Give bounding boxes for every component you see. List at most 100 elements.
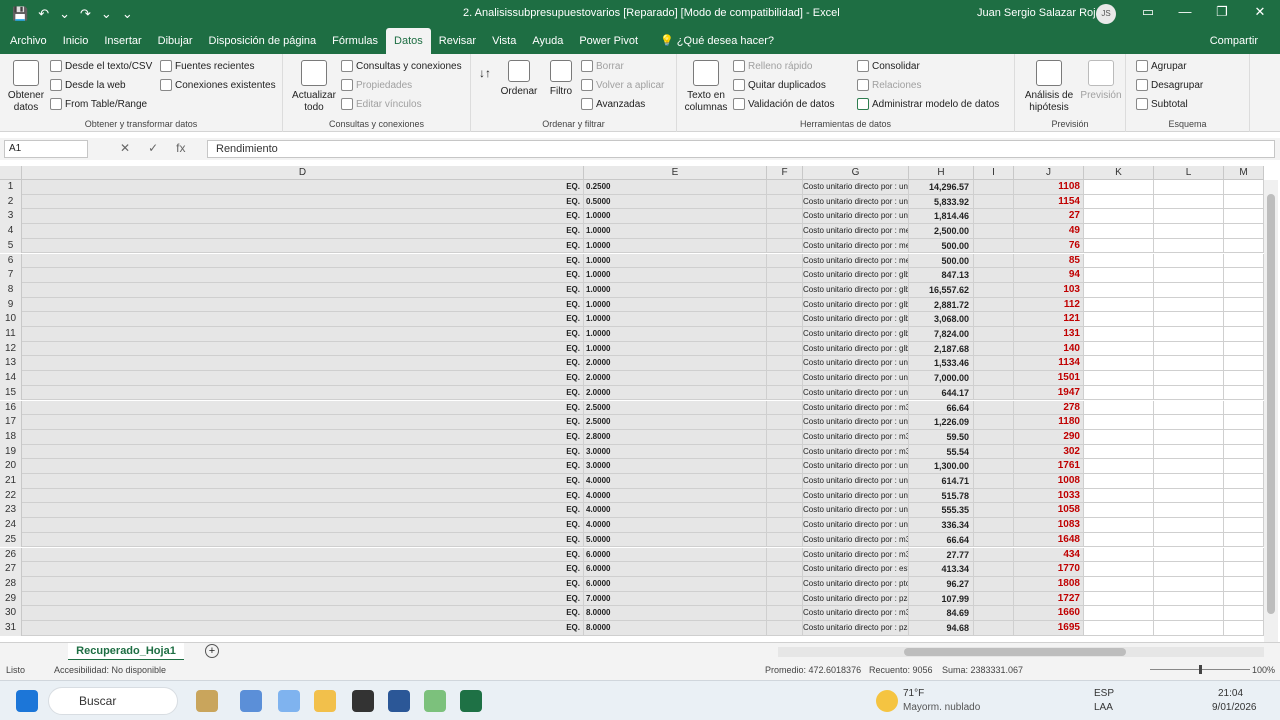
language-layout[interactable]: LAA [1094,702,1113,713]
save-icon[interactable]: 💾 [12,6,28,22]
cell-d[interactable]: EQ. [22,238,584,254]
cell-l[interactable] [1154,253,1224,269]
cell-m[interactable] [1224,268,1264,283]
cell-j[interactable]: 121 [1014,312,1084,327]
cell-l[interactable] [1154,532,1224,548]
cell-k[interactable] [1084,268,1154,283]
cell-g[interactable]: Costo unitario directo por : m3 [803,444,909,460]
cell-d[interactable]: EQ. [22,268,584,283]
cell-j[interactable]: 27 [1014,209,1084,225]
cell-e[interactable]: 2.5000 [584,415,767,430]
cell-l[interactable] [1154,488,1224,504]
add-sheet-icon[interactable]: + [205,644,219,658]
cell-k[interactable] [1084,444,1154,460]
redo-icon[interactable]: ↷ [80,6,91,22]
tab-vista[interactable]: Vista [484,28,524,54]
cell-f[interactable] [767,547,803,563]
cell-e[interactable]: 1.0000 [584,312,767,327]
cell-f[interactable] [767,282,803,298]
cell-m[interactable] [1224,224,1264,239]
cell-h[interactable]: 500.00 [909,238,974,254]
cell-j[interactable]: 112 [1014,297,1084,313]
cell-k[interactable] [1084,474,1154,489]
from-table-button[interactable]: From Table/Range [50,98,147,110]
cell-h[interactable]: 555.35 [909,503,974,519]
consultas-conexiones-button[interactable]: Consultas y conexiones [341,60,462,72]
cell-j[interactable]: 1770 [1014,562,1084,577]
cell-d[interactable]: EQ. [22,415,584,430]
cell-e[interactable]: 8.0000 [584,606,767,621]
cell-e[interactable]: 8.0000 [584,621,767,636]
prevision-button[interactable]: Previsión [1079,60,1123,102]
cell-j[interactable]: 434 [1014,547,1084,563]
cell-l[interactable] [1154,474,1224,489]
row-header[interactable]: 17 [0,415,22,430]
cell-h[interactable]: 2,881.72 [909,297,974,313]
cell-h[interactable]: 2,500.00 [909,224,974,239]
cell-k[interactable] [1084,371,1154,386]
cell-i[interactable] [974,518,1014,533]
cell-k[interactable] [1084,459,1154,474]
cell-j[interactable]: 1033 [1014,488,1084,504]
cell-e[interactable]: 3.0000 [584,444,767,460]
language-code[interactable]: ESP [1094,688,1114,699]
cell-g[interactable]: Costo unitario directo por : mes [803,224,909,239]
cell-i[interactable] [974,459,1014,474]
weather-temp[interactable]: 71°F [903,688,924,699]
cell-l[interactable] [1154,606,1224,621]
cell-g[interactable]: Costo unitario directo por : glb [803,327,909,342]
cell-j[interactable]: 1154 [1014,194,1084,210]
cell-l[interactable] [1154,356,1224,372]
clock-date[interactable]: 9/01/2026 [1212,702,1257,713]
cell-e[interactable]: 1.0000 [584,282,767,298]
cell-f[interactable] [767,385,803,401]
cell-m[interactable] [1224,474,1264,489]
cell-h[interactable]: 614.71 [909,474,974,489]
cell-h[interactable]: 1,814.46 [909,209,974,225]
cell-i[interactable] [974,224,1014,239]
taskbar-search[interactable]: Buscar [48,687,178,715]
cell-d[interactable]: EQ. [22,224,584,239]
cell-j[interactable]: 1648 [1014,532,1084,548]
insert-function-icon[interactable]: fx [176,141,185,155]
cell-l[interactable] [1154,224,1224,239]
cell-d[interactable]: EQ. [22,606,584,621]
cell-f[interactable] [767,253,803,269]
cell-h[interactable]: 14,296.57 [909,180,974,195]
cell-k[interactable] [1084,224,1154,239]
cell-j[interactable]: 1083 [1014,518,1084,533]
spreadsheet-grid[interactable]: D E F G H I J K L M 1 EQ. 0.2500 Costo unit… [0,166,1264,642]
cell-i[interactable] [974,444,1014,460]
cell-l[interactable] [1154,341,1224,357]
cell-d[interactable]: EQ. [22,341,584,357]
cell-i[interactable] [974,532,1014,548]
cell-e[interactable]: 1.0000 [584,327,767,342]
cell-i[interactable] [974,341,1014,357]
subtotal-button[interactable]: Subtotal [1136,98,1188,110]
cell-j[interactable]: 131 [1014,327,1084,342]
enter-icon[interactable]: ✓ [148,141,158,155]
cell-i[interactable] [974,474,1014,489]
cell-h[interactable]: 515.78 [909,488,974,504]
cell-i[interactable] [974,400,1014,416]
cell-k[interactable] [1084,385,1154,401]
cell-l[interactable] [1154,400,1224,416]
row-header[interactable]: 4 [0,224,22,239]
cell-j[interactable]: 1008 [1014,474,1084,489]
row-header[interactable]: 16 [0,400,22,416]
cell-f[interactable] [767,562,803,577]
cell-l[interactable] [1154,180,1224,195]
cell-g[interactable]: Costo unitario directo por : und [803,356,909,372]
cell-i[interactable] [974,268,1014,283]
cell-l[interactable] [1154,194,1224,210]
cell-m[interactable] [1224,621,1264,636]
cell-h[interactable]: 644.17 [909,385,974,401]
row-header[interactable]: 27 [0,562,22,577]
cell-l[interactable] [1154,503,1224,519]
desde-web-button[interactable]: Desde la web [50,79,126,91]
cell-j[interactable]: 290 [1014,429,1084,445]
cell-l[interactable] [1154,415,1224,430]
cell-i[interactable] [974,488,1014,504]
cell-k[interactable] [1084,327,1154,342]
tab-insertar[interactable]: Insertar [96,28,149,54]
